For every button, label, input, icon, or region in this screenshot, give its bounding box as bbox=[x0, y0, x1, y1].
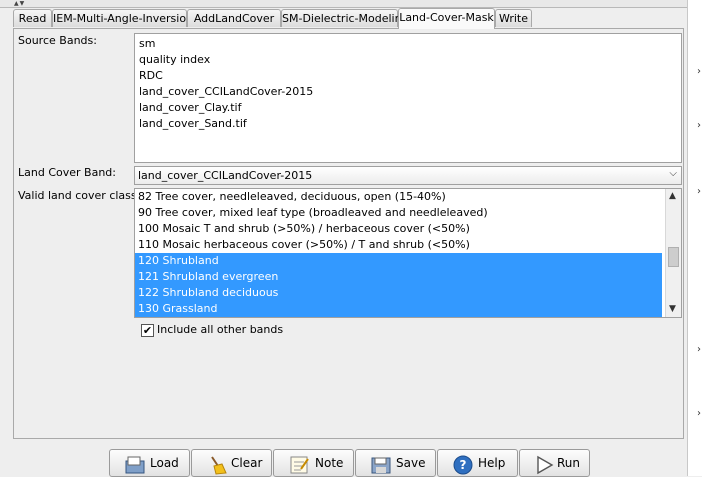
help-label: Help bbox=[478, 456, 506, 470]
note-button[interactable]: Note bbox=[273, 449, 354, 477]
scrollbar-thumb[interactable] bbox=[668, 247, 679, 267]
tab-land-cover-mask[interactable]: Land-Cover-Mask bbox=[398, 8, 495, 29]
tab-label: IEM-Multi-Angle-Inversion bbox=[53, 12, 194, 25]
tab-label: Land-Cover-Mask bbox=[399, 11, 494, 24]
tab-label: Read bbox=[18, 12, 47, 25]
note-icon bbox=[290, 456, 309, 474]
tab-label: Write bbox=[498, 12, 529, 25]
chevron-right-icon: › bbox=[697, 408, 701, 419]
load-button[interactable]: Load bbox=[109, 449, 190, 477]
list-item[interactable]: 100 Mosaic T and shrub (>50%) / herbaceo… bbox=[135, 221, 662, 237]
valid-classes-list[interactable]: 82 Tree cover, needleleaved, deciduous, … bbox=[134, 188, 682, 318]
clear-label: Clear bbox=[231, 456, 263, 470]
scroll-up-icon[interactable]: ▲ bbox=[669, 191, 676, 201]
note-label: Note bbox=[315, 456, 344, 470]
land-cover-band-label: Land Cover Band: bbox=[18, 166, 116, 179]
button-bar: Load Clear Note Save ? Help Run bbox=[0, 446, 690, 477]
list-item[interactable]: land_cover_CCILandCover-2015 bbox=[139, 84, 313, 100]
list-item[interactable]: 90 Tree cover, mixed leaf type (broadlea… bbox=[135, 205, 662, 221]
top-strip: ▲▼ bbox=[0, 0, 690, 8]
source-bands-label: Source Bands: bbox=[18, 34, 97, 47]
load-label: Load bbox=[150, 456, 179, 470]
valid-classes-label: Valid land cover classes: bbox=[18, 189, 153, 202]
source-bands-list[interactable]: sm quality index RDC land_cover_CCILandC… bbox=[134, 33, 682, 163]
save-button[interactable]: Save bbox=[355, 449, 436, 477]
chevron-right-icon: › bbox=[697, 66, 701, 77]
tab-label: AddLandCover bbox=[193, 12, 275, 25]
list-item[interactable]: quality index bbox=[139, 52, 210, 68]
tab-addlandcover[interactable]: AddLandCover bbox=[187, 9, 281, 27]
list-item[interactable]: 121 Shrubland evergreen bbox=[135, 269, 662, 285]
tab-label: SM-Dielectric-Modeling bbox=[282, 12, 409, 25]
play-icon bbox=[537, 455, 554, 475]
list-item[interactable]: 130 Grassland bbox=[135, 301, 662, 317]
include-all-label: Include all other bands bbox=[157, 323, 284, 336]
vertical-scrollbar[interactable]: ▲ ▼ bbox=[665, 189, 681, 317]
save-label: Save bbox=[396, 456, 426, 470]
help-icon: ? bbox=[453, 455, 473, 475]
broom-icon bbox=[211, 456, 227, 475]
list-item[interactable]: 110 Mosaic herbaceous cover (>50%) / T a… bbox=[135, 237, 662, 253]
collapse-arrows-icon[interactable]: ▲▼ bbox=[14, 0, 25, 7]
save-icon bbox=[371, 457, 391, 474]
checkmark-icon: ✔ bbox=[142, 324, 153, 337]
tab-iem-multi-angle-inversion[interactable]: IEM-Multi-Angle-Inversion bbox=[52, 9, 193, 27]
list-item[interactable]: 122 Shrubland deciduous bbox=[135, 285, 662, 301]
svg-text:?: ? bbox=[460, 458, 467, 472]
load-icon bbox=[125, 456, 145, 474]
tab-sm-dielectric-modeling[interactable]: SM-Dielectric-Modeling bbox=[281, 9, 409, 27]
background-window-edge: › › › › › bbox=[687, 0, 702, 476]
tab-write[interactable]: Write bbox=[495, 9, 532, 27]
help-button[interactable]: ? Help bbox=[437, 449, 518, 477]
land-cover-band-select[interactable]: land_cover_CCILandCover-2015 ⌵ bbox=[134, 166, 682, 185]
run-label: Run bbox=[557, 456, 581, 470]
chevron-down-icon: ⌵ bbox=[669, 168, 677, 179]
land-cover-mask-panel: Source Bands: sm quality index RDC land_… bbox=[13, 28, 684, 439]
chevron-right-icon: › bbox=[697, 344, 701, 355]
chevron-right-icon: › bbox=[697, 186, 701, 197]
land-cover-band-value: land_cover_CCILandCover-2015 bbox=[138, 169, 313, 182]
scroll-down-icon[interactable]: ▼ bbox=[669, 304, 676, 314]
list-item[interactable]: 82 Tree cover, needleleaved, deciduous, … bbox=[135, 189, 662, 205]
tab-read[interactable]: Read bbox=[13, 9, 52, 27]
list-item[interactable]: land_cover_Clay.tif bbox=[139, 100, 242, 116]
clear-button[interactable]: Clear bbox=[191, 449, 272, 477]
run-button[interactable]: Run bbox=[519, 449, 590, 477]
include-all-checkbox[interactable]: ✔ bbox=[141, 324, 154, 337]
list-item[interactable]: land_cover_Sand.tif bbox=[139, 116, 247, 132]
list-item[interactable]: sm bbox=[139, 36, 155, 52]
list-item[interactable]: RDC bbox=[139, 68, 163, 84]
list-item[interactable]: 120 Shrubland bbox=[135, 253, 662, 269]
chevron-right-icon: › bbox=[697, 120, 701, 131]
